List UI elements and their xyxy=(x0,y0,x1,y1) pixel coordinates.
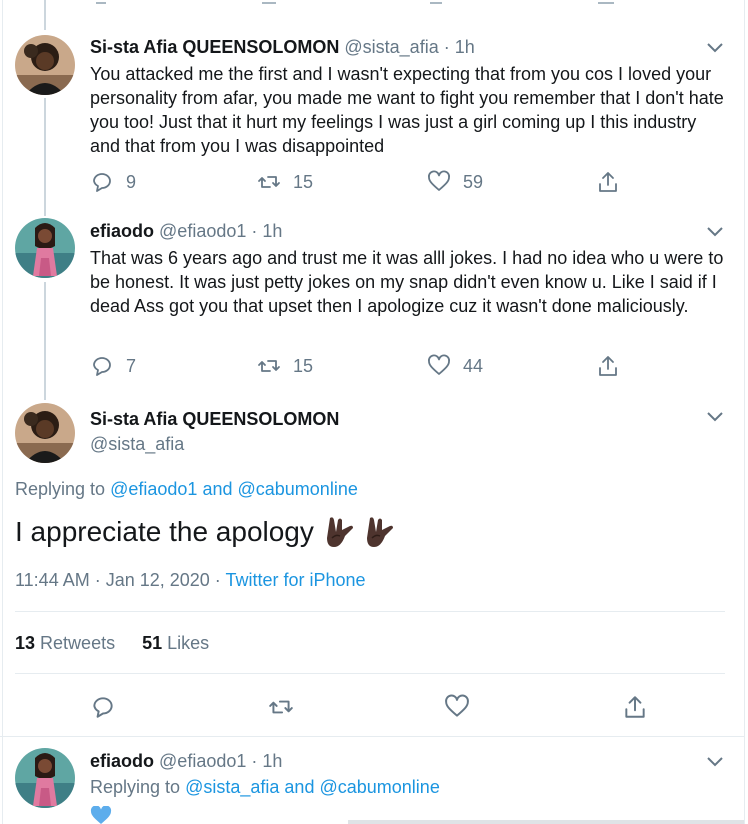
retweet-icon xyxy=(269,700,293,714)
like-icon xyxy=(445,694,469,717)
tweet-meta: 11:44 AM · Jan 12, 2020 · Twitter for iP… xyxy=(15,570,366,591)
chevron-down-icon[interactable] xyxy=(707,43,723,53)
avatar-efiaodo-image xyxy=(15,748,75,808)
focus-display-name-row: Si-sta Afia QUEENSOLOMON xyxy=(90,409,339,430)
tweet-time[interactable]: · 1h xyxy=(444,37,475,57)
tweet-stats: 13 Retweets 51 Likes xyxy=(15,633,231,654)
user-handle[interactable]: @sista_afia xyxy=(344,37,438,57)
likes-stat[interactable]: 51 Likes xyxy=(142,633,209,653)
tweet-actions: 9 15 59 xyxy=(90,170,730,200)
likes-label: Likes xyxy=(167,633,210,653)
avatar[interactable] xyxy=(15,218,75,278)
replying-and[interactable]: and xyxy=(202,479,232,499)
chevron-down-icon[interactable] xyxy=(707,227,723,237)
rock-on-hand-emoji xyxy=(366,517,393,547)
retweet-icon xyxy=(258,176,280,188)
mention-link[interactable]: @efiaodo1 xyxy=(110,479,197,499)
likes-count: 51 xyxy=(142,633,163,653)
like-button[interactable] xyxy=(444,694,470,720)
tweet-text: You attacked me the first and I wasn't e… xyxy=(90,64,724,156)
display-name[interactable]: Si-sta Afia QUEENSOLOMON xyxy=(90,409,339,429)
reply-button[interactable]: 7 xyxy=(90,354,136,378)
avatar[interactable] xyxy=(15,748,75,808)
mention-link[interactable]: @sista_afia xyxy=(185,777,279,797)
replying-prefix: Replying to xyxy=(15,479,106,499)
previous-tweet-actions-remnant xyxy=(0,0,744,8)
retweet-button[interactable] xyxy=(268,694,294,720)
like-count: 59 xyxy=(463,171,484,192)
chevron-down-icon[interactable] xyxy=(707,412,723,422)
share-button[interactable] xyxy=(596,354,620,378)
tweet-thread: Si-sta Afia QUEENSOLOMON @sista_afia · 1… xyxy=(0,0,748,824)
tweet-text: That was 6 years ago and trust me it was… xyxy=(90,248,724,316)
divider xyxy=(15,611,725,612)
avatar-efiaodo-image xyxy=(15,218,75,278)
tweet-header: efiaodo @efiaodo1 · 1h xyxy=(90,221,282,242)
like-button[interactable]: 44 xyxy=(427,354,483,378)
thread-connector xyxy=(44,282,46,400)
tweet-time[interactable]: · 1h xyxy=(251,751,282,771)
retweet-button[interactable]: 15 xyxy=(257,354,313,378)
share-button[interactable] xyxy=(622,694,648,720)
divider xyxy=(15,673,725,674)
share-icon xyxy=(599,172,617,192)
display-name[interactable]: efiaodo xyxy=(90,751,154,771)
retweet-count: 15 xyxy=(293,171,314,192)
chevron-down-icon[interactable] xyxy=(707,757,723,767)
display-name[interactable]: efiaodo xyxy=(90,221,154,241)
replying-prefix: Replying to xyxy=(90,777,181,797)
rock-on-hand-emoji xyxy=(326,517,353,547)
tweet-timestamp[interactable]: 11:44 AM · Jan 12, 2020 · xyxy=(15,570,225,590)
avatar-sista-afia-image xyxy=(15,35,75,95)
replying-to: Replying to @sista_afia and @cabumonline xyxy=(90,777,440,798)
like-icon xyxy=(428,354,450,375)
mention-link[interactable]: @cabumonline xyxy=(238,479,358,499)
retweets-stat[interactable]: 13 Retweets xyxy=(15,633,115,653)
focus-handle-row: @sista_afia xyxy=(90,434,184,455)
scroll-edge xyxy=(348,820,744,824)
reply-icon xyxy=(93,173,111,192)
focus-tweet-actions xyxy=(0,694,744,720)
tweet-header: efiaodo @efiaodo1 · 1h xyxy=(90,751,282,772)
retweet-button[interactable]: 15 xyxy=(257,170,313,194)
like-button[interactable]: 59 xyxy=(427,170,483,194)
divider xyxy=(0,736,744,737)
tweet-time[interactable]: · 1h xyxy=(251,221,282,241)
tweet-text: I appreciate the apology xyxy=(15,516,314,547)
replying-to: Replying to @efiaodo1 and @cabumonline xyxy=(15,479,358,500)
avatar[interactable] xyxy=(15,403,75,463)
share-button[interactable] xyxy=(596,170,620,194)
reply-count: 9 xyxy=(126,171,137,192)
display-name[interactable]: Si-sta Afia QUEENSOLOMON xyxy=(90,37,339,57)
tweet-actions: 7 15 44 xyxy=(90,354,730,384)
like-count: 44 xyxy=(463,355,484,376)
retweets-count: 13 xyxy=(15,633,36,653)
retweet-icon xyxy=(258,360,280,372)
blue-heart-emoji xyxy=(90,806,112,824)
avatar-sista-afia-image xyxy=(15,403,75,463)
reply-icon xyxy=(93,357,111,376)
retweets-label: Retweets xyxy=(40,633,116,653)
reply-button[interactable]: 9 xyxy=(90,170,136,194)
tweet-source-link[interactable]: Twitter for iPhone xyxy=(225,570,365,590)
share-icon xyxy=(599,356,617,376)
focus-tweet-text-row: I appreciate the apology xyxy=(15,514,398,550)
tweet-header: Si-sta Afia QUEENSOLOMON @sista_afia · 1… xyxy=(90,37,475,58)
avatar[interactable] xyxy=(15,35,75,95)
thread-connector xyxy=(44,0,46,30)
thread-connector xyxy=(44,98,46,216)
user-handle[interactable]: @sista_afia xyxy=(90,434,184,454)
reply-icon xyxy=(93,697,113,718)
reply-count: 7 xyxy=(126,355,137,376)
mention-link[interactable]: @cabumonline xyxy=(319,777,439,797)
replying-and[interactable]: and xyxy=(284,777,314,797)
share-icon xyxy=(625,696,645,718)
user-handle[interactable]: @efiaodo1 xyxy=(159,751,246,771)
retweet-count: 15 xyxy=(293,355,314,376)
reply-button[interactable] xyxy=(90,694,116,720)
like-icon xyxy=(428,170,450,191)
timeline-right-border xyxy=(744,0,745,824)
user-handle[interactable]: @efiaodo1 xyxy=(159,221,246,241)
